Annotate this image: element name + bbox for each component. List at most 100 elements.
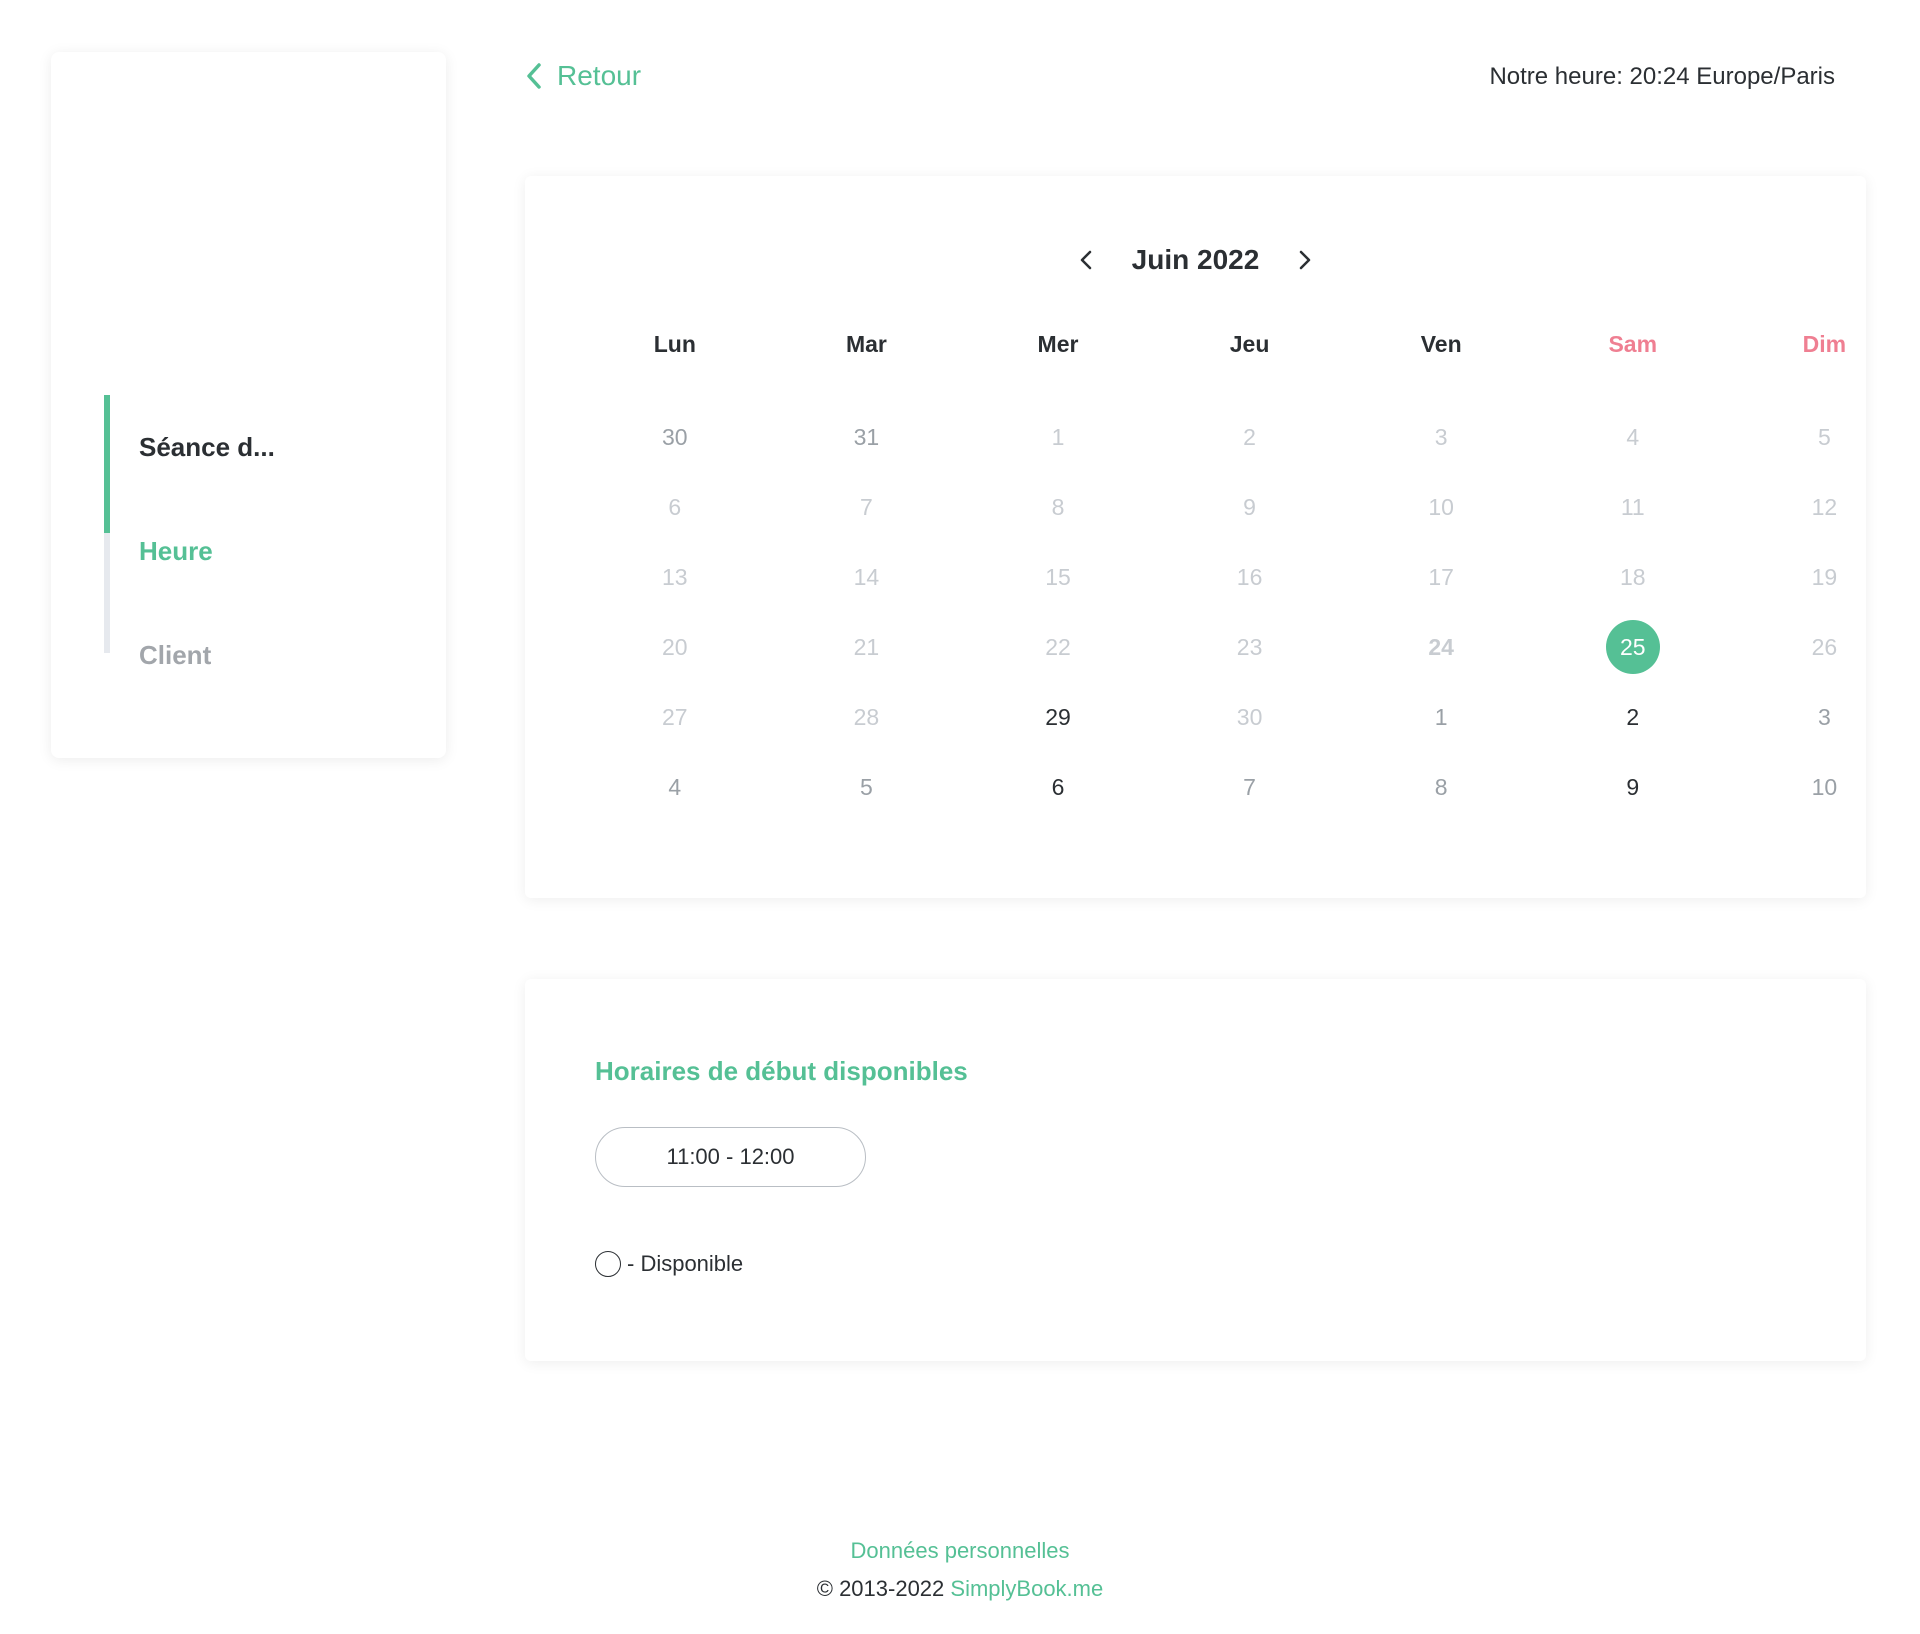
calendar-day: 18 — [1537, 550, 1729, 604]
day-number: 7 — [859, 494, 873, 520]
step-client[interactable]: Client — [104, 603, 275, 707]
back-label: Retour — [557, 60, 642, 91]
calendar-day[interactable]: 31 — [771, 410, 963, 464]
time-slot-button[interactable]: 11:00 - 12:00 — [595, 1127, 866, 1187]
calendar-day: 1 — [962, 410, 1154, 464]
calendar-day[interactable]: 7 — [1154, 760, 1346, 814]
calendar-week-row: 27 28 29 30 1 2 3 — [579, 690, 1831, 744]
day-number: 1 — [1051, 424, 1065, 450]
day-number: 25 — [1605, 620, 1660, 674]
day-number: 30 — [1236, 704, 1263, 730]
day-number: 6 — [1051, 774, 1065, 800]
calendar-day: 28 — [771, 690, 963, 744]
weekday-label: Mer — [1037, 331, 1079, 357]
next-month-button[interactable] — [1297, 248, 1313, 272]
calendar-day: 24 — [1345, 620, 1537, 674]
day-number: 23 — [1236, 634, 1263, 660]
calendar-card: Juin 2022 Lun Mar Mer Jeu Ven Sam Dim 30… — [525, 176, 1866, 898]
calendar-day: 13 — [579, 550, 771, 604]
calendar-day[interactable]: 8 — [1345, 760, 1537, 814]
calendar-day[interactable]: 3 — [1729, 690, 1920, 744]
calendar-header: Juin 2022 — [525, 244, 1866, 276]
day-number: 15 — [1045, 564, 1071, 590]
chevron-left-icon — [527, 63, 541, 89]
day-number: 30 — [662, 424, 688, 450]
day-number: 16 — [1236, 564, 1263, 590]
step-time[interactable]: Heure — [104, 499, 275, 603]
day-number: 5 — [859, 774, 873, 800]
calendar-day[interactable]: 9 — [1537, 760, 1729, 814]
calendar-day: 10 — [1345, 480, 1537, 534]
calendar-day[interactable]: 10 — [1729, 760, 1920, 814]
day-number: 29 — [1045, 704, 1071, 730]
step-progress-track — [104, 603, 110, 653]
chevron-left-icon — [1080, 250, 1091, 270]
day-number: 8 — [1434, 774, 1448, 800]
calendar-day: 23 — [1154, 620, 1346, 674]
calendar-day: 30 — [1154, 690, 1346, 744]
day-number: 13 — [662, 564, 688, 590]
calendar-day: 16 — [1154, 550, 1346, 604]
privacy-link[interactable]: Données personnelles — [0, 1538, 1920, 1564]
weekday-label: Ven — [1420, 331, 1462, 357]
calendar-day: 3 — [1345, 410, 1537, 464]
calendar-day[interactable]: 6 — [962, 760, 1154, 814]
times-title: Horaires de début disponibles — [595, 1056, 968, 1086]
calendar-week-row: 30 31 1 2 3 4 5 — [579, 410, 1831, 464]
day-number: 6 — [668, 494, 682, 520]
calendar-day[interactable]: 2 — [1537, 690, 1729, 744]
calendar-day[interactable]: 30 — [579, 410, 771, 464]
weekday-label: Jeu — [1229, 331, 1270, 357]
calendar-day[interactable]: 1 — [1345, 690, 1537, 744]
step-service[interactable]: Séance d... — [104, 395, 275, 499]
day-number: 18 — [1619, 564, 1646, 590]
back-button[interactable]: Retour — [525, 60, 641, 92]
day-number: 8 — [1051, 494, 1065, 520]
month-label: Juin 2022 — [1131, 244, 1260, 275]
calendar-day: 20 — [579, 620, 771, 674]
weekday-label: Lun — [653, 331, 696, 357]
calendar-day: 6 — [579, 480, 771, 534]
calendar-day[interactable]: 29 — [962, 690, 1154, 744]
calendar-day-selected[interactable]: 25 — [1537, 620, 1729, 674]
calendar-day: 19 — [1729, 550, 1920, 604]
day-number: 10 — [1428, 494, 1454, 520]
calendar-day: 17 — [1345, 550, 1537, 604]
step-progress-bar — [104, 499, 110, 533]
day-number: 22 — [1045, 634, 1071, 660]
times-card: Horaires de début disponibles 11:00 - 12… — [525, 979, 1866, 1361]
calendar-day: 22 — [962, 620, 1154, 674]
calendar-day: 12 — [1729, 480, 1920, 534]
available-circle-icon — [595, 1251, 621, 1277]
day-number: 21 — [853, 634, 880, 660]
weekday-label: Sam — [1608, 331, 1658, 357]
timezone-info: Notre heure: 20:24 Europe/Paris — [1489, 63, 1835, 90]
day-number: 12 — [1811, 494, 1838, 520]
calendar-day: 4 — [1537, 410, 1729, 464]
day-number: 5 — [1817, 424, 1831, 450]
calendar-week-row: 6 7 8 9 10 11 12 — [579, 480, 1837, 534]
calendar-day[interactable]: 5 — [771, 760, 963, 814]
brand-link[interactable]: SimplyBook.me — [950, 1576, 1103, 1601]
calendar-day: 11 — [1537, 480, 1729, 534]
calendar-day: 14 — [771, 550, 963, 604]
day-number: 26 — [1811, 634, 1838, 660]
step-label: Séance d... — [139, 431, 275, 462]
day-number: 27 — [662, 704, 688, 730]
weekday-label: Mar — [845, 331, 887, 357]
day-number: 10 — [1811, 774, 1838, 800]
day-number: 17 — [1428, 564, 1454, 590]
calendar-day: 26 — [1729, 620, 1920, 674]
calendar-week-row: 4 5 6 7 8 9 10 — [579, 760, 1837, 814]
day-number: 2 — [1243, 424, 1256, 450]
day-number: 9 — [1626, 774, 1640, 800]
copyright-text: © 2013-2022 — [816, 1576, 945, 1601]
step-progress-track — [104, 533, 110, 603]
prev-month-button[interactable] — [1078, 248, 1094, 272]
day-number: 7 — [1243, 774, 1256, 800]
step-label: Heure — [139, 535, 213, 566]
steps-list: Séance d... Heure Client — [104, 395, 275, 707]
day-number: 19 — [1811, 564, 1838, 590]
calendar-day: 9 — [1154, 480, 1346, 534]
calendar-day[interactable]: 4 — [579, 760, 771, 814]
